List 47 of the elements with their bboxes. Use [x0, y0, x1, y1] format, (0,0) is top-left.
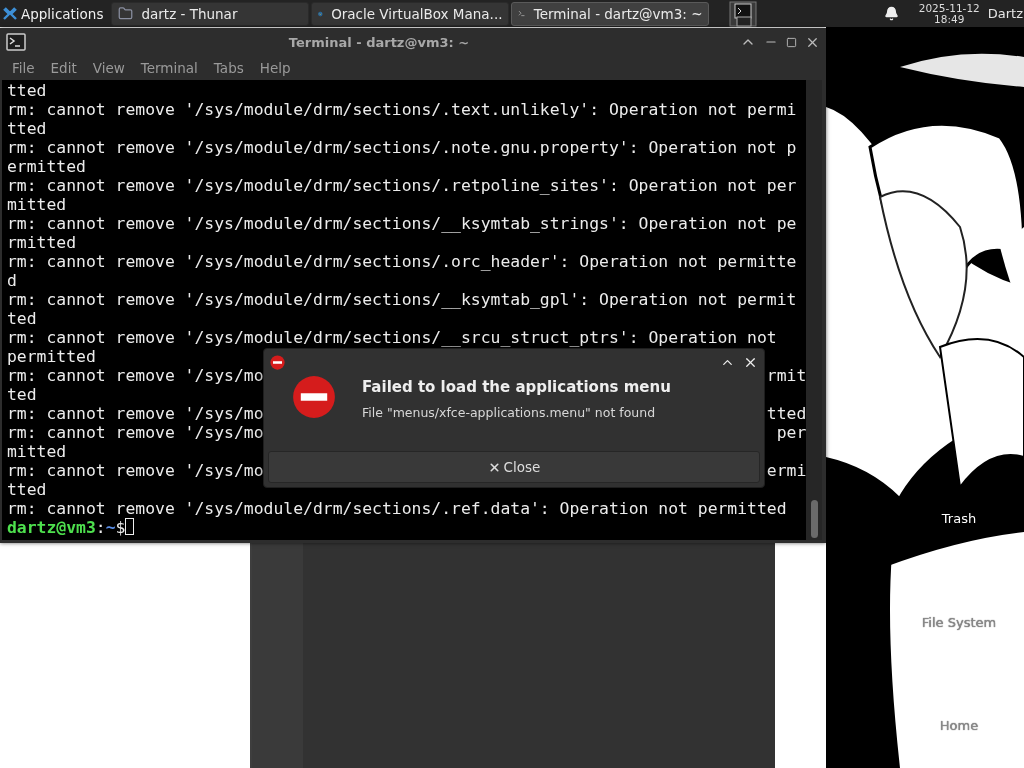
terminal-line: rmit — [766, 366, 807, 385]
shell-prompt: dartz@vm3:~$ — [7, 518, 126, 537]
clock[interactable]: 2025-11-12 18:49 — [918, 2, 980, 25]
terminal-line: ermitted — [7, 157, 86, 176]
terminal-line: rm: cannot remove '/sys/module/drm/sections/.orc_header': Operation not permitte — [7, 252, 797, 271]
taskbar-button[interactable]: dartz - Thunar — [111, 1, 310, 26]
terminal-line: mitted — [7, 195, 67, 214]
terminal-line: rm: cannot remove '/sys/mo — [7, 366, 264, 385]
terminal-line: ted — [7, 309, 37, 328]
terminal-line: rmitted — [7, 233, 77, 252]
user-name[interactable]: Dartz — [987, 6, 1023, 21]
desktop-icon-label[interactable]: Trash — [941, 511, 977, 526]
menu-item[interactable]: Terminal — [132, 60, 206, 76]
menu-item[interactable]: View — [84, 60, 133, 76]
terminal-line: ted — [7, 385, 37, 404]
applications-menu-button[interactable]: Applications — [0, 0, 106, 27]
taskbar-button[interactable]: Terminal - dartz@vm3: ~ — [511, 1, 710, 26]
terminal-line: rm: cannot remove '/sys/module/drm/sections/.note.gnu.property': Operation not p — [7, 138, 797, 157]
menu-item[interactable]: File — [4, 60, 43, 76]
menu-item[interactable]: Help — [251, 60, 299, 76]
window-title: Terminal - dartz@vm3: ~ — [287, 34, 471, 50]
dialog-message: File "menus/xfce-applications.menu" not found — [362, 405, 657, 420]
terminal-line: rm: cannot remove '/sys/module/drm/sections/.ref.data': Operation not permitted — [7, 499, 787, 518]
terminal-line: tted — [7, 81, 47, 100]
terminal-line: mitted — [7, 442, 67, 461]
terminal-line: tted — [7, 119, 47, 138]
terminal-line: rm: cannot remove '/sys/module/drm/sections/.text.unlikely': Operation not permi — [7, 100, 797, 119]
desktop-icon-label[interactable]: File System — [921, 615, 997, 630]
close-button[interactable]: Close — [268, 451, 760, 483]
menu-item[interactable]: Edit — [42, 60, 85, 76]
terminal-line: tted — [766, 404, 807, 423]
dialog-title: Failed to load the applications menu — [362, 378, 671, 396]
terminal-line: rm: cannot remove '/sys/mo — [7, 404, 264, 423]
terminal-line: d — [7, 271, 17, 290]
terminal-line: tted — [7, 480, 47, 499]
taskbar-button[interactable]: Oracle VirtualBox Mana... — [311, 1, 510, 26]
terminal-line: per — [776, 423, 807, 442]
desktop-icon-label[interactable]: Home — [939, 718, 979, 733]
terminal-line: ermi — [766, 461, 807, 480]
terminal-line: rm: cannot remove '/sys/mo — [7, 423, 264, 442]
menu-item[interactable]: Tabs — [205, 60, 252, 76]
terminal-line: rm: cannot remove '/sys/module/drm/sections/__ksymtab_gpl': Operation not permit — [7, 290, 797, 309]
terminal-line: rm: cannot remove '/sys/mo — [7, 461, 264, 480]
terminal-line: rm: cannot remove '/sys/module/drm/sections/__srcu_struct_ptrs': Operation not — [7, 328, 777, 347]
terminal-line: rm: cannot remove '/sys/module/drm/sections/__ksymtab_strings': Operation not pe — [7, 214, 797, 233]
terminal-line: rm: cannot remove '/sys/module/drm/sections/.retpoline_sites': Operation not per — [7, 176, 797, 195]
terminal-line: permitted — [7, 347, 96, 366]
